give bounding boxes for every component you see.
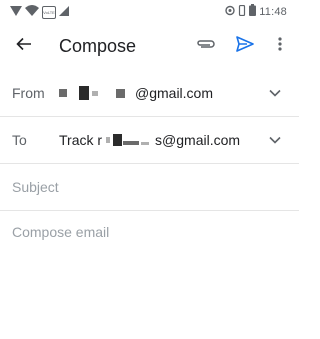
more-options-button[interactable] (270, 34, 290, 58)
to-email-suffix: s@gmail.com (155, 132, 241, 148)
vibrate-icon (238, 3, 246, 21)
signal-icon (10, 3, 22, 21)
redacted-block (79, 86, 89, 100)
chevron-down-icon (269, 84, 281, 102)
location-icon (225, 3, 235, 21)
back-button[interactable] (12, 34, 36, 58)
status-bar: VoLTE 11:48 (0, 0, 299, 24)
status-left-icons: VoLTE (10, 4, 69, 20)
volte-label: VoLTE (43, 9, 55, 15)
battery-icon (249, 3, 257, 21)
redacted-block (59, 89, 67, 97)
status-time: 11:48 (259, 6, 287, 18)
subject-input[interactable] (12, 177, 282, 197)
from-row[interactable]: From @gmail.com (0, 70, 299, 117)
redacted-block (106, 137, 111, 143)
from-label: From (12, 85, 45, 101)
attach-button[interactable] (194, 34, 218, 58)
redacted-block (92, 90, 98, 96)
attachment-icon (196, 37, 216, 55)
to-value[interactable]: Track r s@gmail.com (59, 132, 240, 148)
send-button[interactable] (233, 34, 257, 58)
redacted-block (113, 134, 123, 146)
redacted-block (141, 141, 150, 145)
volte-icon: VoLTE (42, 5, 56, 19)
cellular-icon (59, 3, 69, 21)
redacted-block (123, 141, 140, 145)
more-vert-icon (278, 36, 282, 56)
redacted-block (116, 88, 125, 98)
status-right-icons: 11:48 (225, 4, 287, 20)
to-email-prefix: Track r (59, 132, 103, 148)
to-label: To (12, 132, 27, 148)
from-value[interactable]: @gmail.com (59, 85, 213, 101)
chevron-down-icon (269, 131, 281, 149)
to-expand-button[interactable] (265, 130, 285, 150)
from-email-suffix: @gmail.com (135, 85, 214, 101)
page-title: Compose (59, 36, 137, 56)
back-arrow-icon (16, 36, 32, 57)
wifi-icon (25, 3, 39, 21)
app-bar: Compose (0, 26, 299, 66)
compose-body-input[interactable] (12, 224, 287, 324)
to-row[interactable]: To Track r s@gmail.com (0, 117, 299, 164)
subject-row (0, 164, 299, 211)
from-expand-button[interactable] (265, 83, 285, 103)
send-icon (236, 35, 254, 57)
